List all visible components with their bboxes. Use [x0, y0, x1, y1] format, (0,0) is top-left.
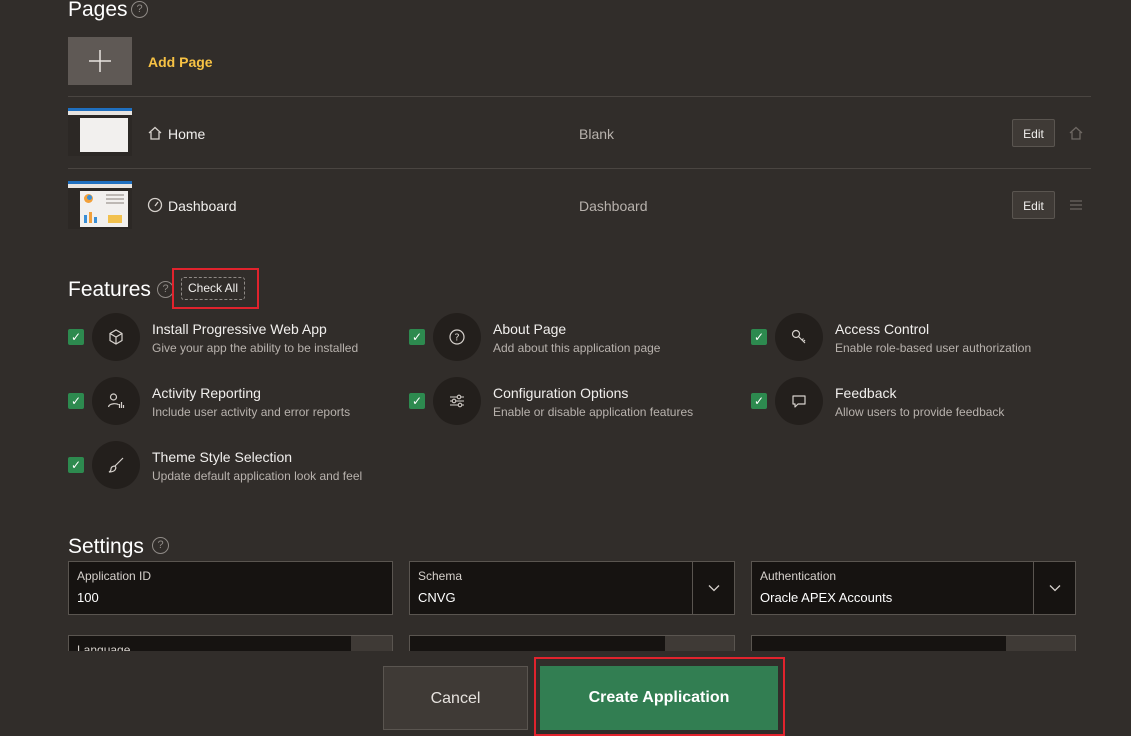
features-title: Features [68, 278, 151, 301]
feature-icon-activity [92, 377, 140, 425]
edit-home-button[interactable]: Edit [1012, 119, 1055, 147]
feature-desc-feedback: Allow users to provide feedback [835, 405, 1005, 419]
edit-dashboard-button[interactable]: Edit [1012, 191, 1055, 219]
authentication-dropdown-toggle[interactable] [1033, 562, 1075, 614]
feature-desc-theme: Update default application look and feel [152, 469, 363, 483]
dashboard-page-thumbnail [68, 181, 132, 229]
add-page-tile[interactable] [68, 37, 132, 85]
application-id-label: Application ID [77, 569, 152, 583]
home-icon [1069, 126, 1083, 140]
divider [68, 96, 1091, 97]
feature-checkbox-theme[interactable]: ✓ [68, 457, 84, 473]
divider [68, 168, 1091, 169]
authentication-select[interactable]: Authentication Oracle APEX Accounts [751, 561, 1076, 615]
feature-desc-config: Enable or disable application features [493, 405, 694, 419]
question-icon: ? [449, 329, 465, 345]
add-page-link[interactable]: Add Page [148, 54, 213, 70]
schema-select[interactable]: Schema CNVG [409, 561, 735, 615]
feature-checkbox-about[interactable]: ✓ [409, 329, 425, 345]
page-name-dashboard: Dashboard [168, 198, 237, 214]
schema-value[interactable]: CNVG [418, 590, 456, 605]
cancel-button[interactable]: Cancel [383, 666, 528, 730]
schema-label: Schema [418, 569, 463, 583]
settings-title: Settings [68, 535, 144, 558]
comment-icon [792, 395, 806, 408]
authentication-label: Authentication [760, 569, 837, 583]
drag-handle-icon[interactable] [1069, 199, 1083, 211]
feature-icon-config [433, 377, 481, 425]
feature-icon-theme [92, 441, 140, 489]
brush-icon [108, 457, 124, 473]
feature-checkbox-activity[interactable]: ✓ [68, 393, 84, 409]
feature-title-theme: Theme Style Selection [152, 449, 293, 465]
key-icon [791, 329, 806, 344]
feature-checkbox-feedback[interactable]: ✓ [751, 393, 767, 409]
feature-title-feedback: Feedback [835, 385, 897, 401]
feature-desc-about: Add about this application page [493, 341, 661, 355]
feature-desc-pwa: Give your app the ability to be installe… [152, 341, 359, 355]
application-id-value[interactable]: 100 [77, 590, 99, 605]
feature-icon-access [775, 313, 823, 361]
pages-help-icon[interactable]: ? [131, 1, 148, 18]
authentication-value[interactable]: Oracle APEX Accounts [760, 590, 892, 605]
feature-title-about: About Page [493, 321, 567, 337]
chevron-down-icon [708, 585, 719, 592]
feature-title-pwa: Install Progressive Web App [152, 321, 327, 337]
feature-icon-about: ? [433, 313, 481, 361]
pages-title: Pages [68, 0, 128, 21]
feature-checkbox-access[interactable]: ✓ [751, 329, 767, 345]
sliders-icon [450, 394, 464, 408]
create-application-button[interactable]: Create Application [540, 666, 778, 730]
feature-title-config: Configuration Options [493, 385, 629, 401]
schema-dropdown-toggle[interactable] [692, 562, 734, 614]
application-id-field[interactable]: Application ID 100 [68, 561, 393, 615]
home-page-thumbnail [68, 108, 132, 156]
feature-icon-pwa [92, 313, 140, 361]
plus-icon [89, 50, 111, 72]
feature-title-activity: Activity Reporting [152, 385, 261, 401]
feature-desc-activity: Include user activity and error reports [152, 405, 351, 419]
svg-text:?: ? [454, 333, 459, 344]
feature-checkbox-pwa[interactable]: ✓ [68, 329, 84, 345]
gauge-icon [147, 197, 163, 213]
check-all-button[interactable]: Check All [181, 277, 245, 300]
settings-help-icon[interactable]: ? [152, 537, 169, 554]
feature-checkbox-config[interactable]: ✓ [409, 393, 425, 409]
page-type-home: Blank [579, 126, 615, 142]
user-chart-icon [107, 393, 125, 408]
feature-desc-access: Enable role-based user authorization [835, 341, 1032, 355]
feature-icon-feedback [775, 377, 823, 425]
feature-title-access: Access Control [835, 321, 930, 337]
cube-icon [109, 329, 123, 345]
home-icon [148, 126, 162, 140]
chevron-down-icon [1049, 585, 1060, 592]
page-name-home: Home [168, 126, 206, 142]
page-type-dashboard: Dashboard [579, 198, 648, 214]
